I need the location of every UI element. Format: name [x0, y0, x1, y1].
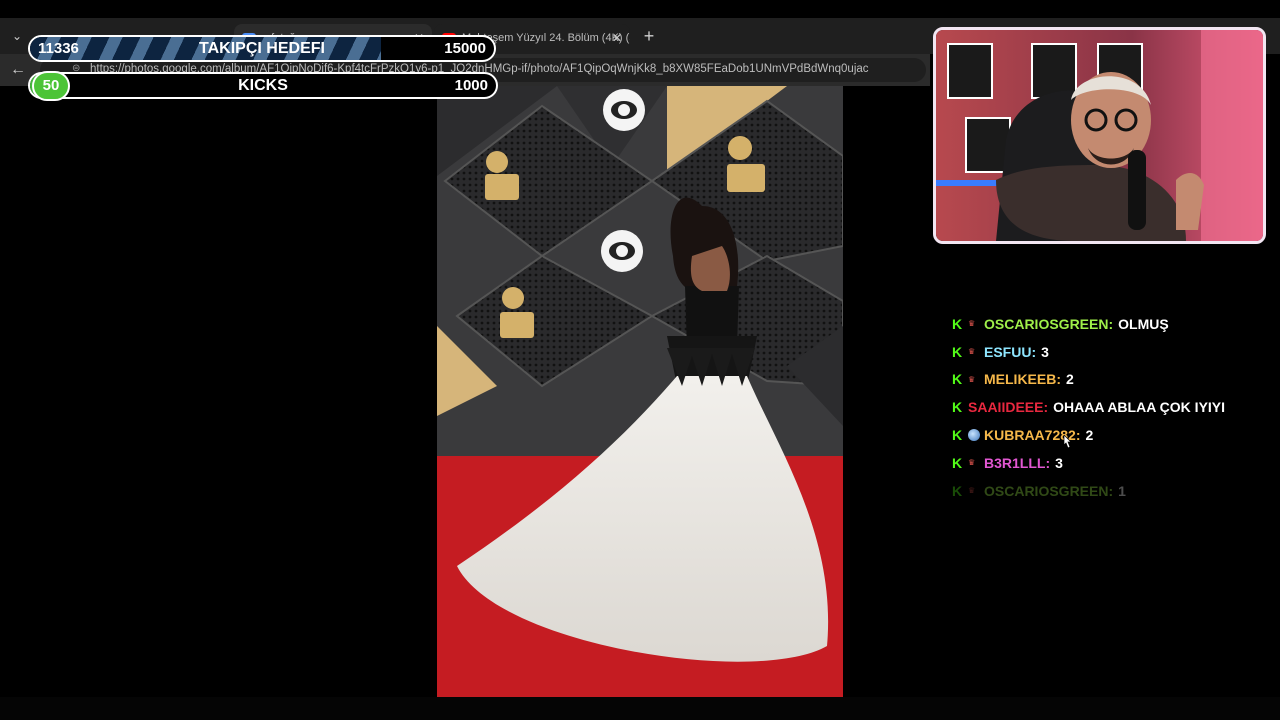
subscriber-badge-icon: ♛ — [968, 347, 976, 357]
chat-message: K SAAIIDEEE: OHAAA ABLAA ÇOK IYIYI — [952, 393, 1262, 421]
subscriber-badge-icon: ♛ — [968, 458, 976, 468]
subscriber-badge-icon: ♛ — [968, 374, 976, 384]
chat-message-text: 2 — [1085, 427, 1094, 444]
follower-goal-bar: 11336 TAKIPÇI HEDEFI 15000 — [28, 35, 496, 62]
chat-username[interactable]: B3R1LLL — [984, 455, 1045, 471]
chat-message: K ♛ MELIKEEB:2 — [952, 366, 1262, 394]
chat-message: K KUBRAA7282:2 — [952, 421, 1262, 449]
chat-separator: : — [1043, 399, 1049, 416]
chat-overlay: K ♛ OSCARIOSGREEN: OLMUŞ K ♛ ESFUU:3 K ♛ MELIKEEB… — [952, 310, 1262, 505]
kick-badge-icon: K — [952, 454, 963, 471]
streamer-webcam — [933, 27, 1266, 244]
back-arrow-icon[interactable]: ← — [8, 60, 28, 80]
chat-separator: : — [1108, 315, 1114, 332]
kick-badge-icon: K — [952, 482, 963, 499]
chat-message: K ♛ B3R1LLL:3 — [952, 449, 1262, 477]
chat-message-text: 3 — [1055, 454, 1063, 471]
kick-badge-icon: K — [952, 427, 963, 444]
chat-message-text: 1 — [1118, 482, 1126, 499]
chat-username[interactable]: ESFUU — [984, 344, 1031, 360]
subscriber-badge-icon: ♛ — [968, 486, 976, 496]
mouse-cursor-icon — [1063, 435, 1072, 449]
chat-separator: : — [1031, 343, 1037, 360]
chat-message: K ♛ ESFUU:3 — [952, 338, 1262, 366]
chat-separator: : — [1108, 482, 1114, 499]
kicks-goal-target: 1000 — [454, 77, 488, 94]
chat-username[interactable]: SAAIIDEEE — [968, 399, 1043, 415]
chat-separator: : — [1056, 371, 1062, 388]
chat-username[interactable]: OSCARIOSGREEN — [984, 316, 1108, 332]
chat-message-text: OHAAA ABLAA ÇOK IYIYI — [1053, 399, 1226, 416]
chat-message-text: 2 — [1066, 371, 1074, 388]
kicks-goal-title: KICKS — [238, 77, 288, 94]
kick-badge-icon: K — [952, 371, 963, 388]
chat-separator: : — [1045, 454, 1051, 471]
kicks-goal-current-badge: 50 — [32, 71, 70, 101]
chat-username[interactable]: OSCARIOSGREEN — [984, 483, 1108, 499]
red-carpet-photo[interactable] — [437, 86, 843, 697]
follower-goal-title: TAKIPÇI HEDEFI — [199, 40, 325, 57]
kicks-goal-bar: KICKS 1000 — [28, 72, 498, 99]
webcam-illustration — [936, 30, 1263, 241]
kick-badge-icon: K — [952, 315, 963, 332]
chat-message: K ♛ OSCARIOSGREEN: OLMUŞ — [952, 310, 1262, 338]
chat-message-text: 3 — [1041, 343, 1049, 360]
tab-close-icon[interactable]: ✕ — [612, 24, 622, 52]
tab-list-chevron-icon[interactable]: ⌄ — [6, 26, 28, 46]
subscriber-badge-icon: ♛ — [968, 319, 976, 329]
new-tab-button[interactable]: + — [638, 24, 660, 48]
globe-badge-icon — [968, 429, 980, 442]
photo-illustration — [437, 86, 843, 697]
kick-badge-icon: K — [952, 399, 963, 416]
kick-badge-icon: K — [952, 343, 963, 360]
chat-username[interactable]: MELIKEEB — [984, 371, 1056, 387]
chat-message-text: OLMUŞ — [1118, 315, 1169, 332]
follower-goal-target: 15000 — [444, 40, 486, 57]
chat-separator: : — [1075, 427, 1081, 444]
chat-message: K ♛ OSCARIOSGREEN:1 — [952, 477, 1262, 505]
bottom-edge — [0, 697, 1280, 720]
